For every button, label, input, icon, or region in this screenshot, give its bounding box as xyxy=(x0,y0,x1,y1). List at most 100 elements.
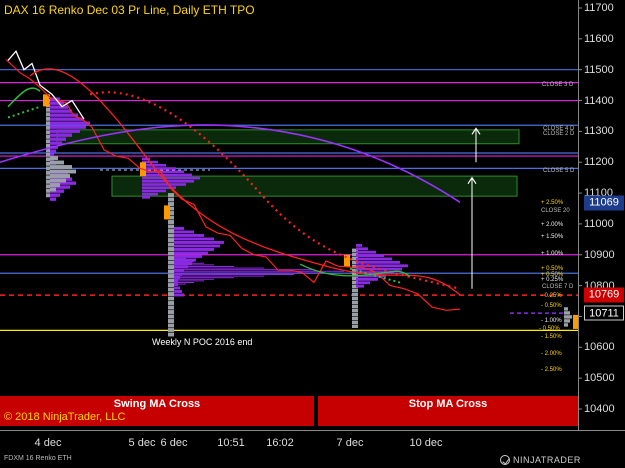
tpo-bar xyxy=(50,174,70,178)
weekly-poc-label: Weekly N POC 2016 end xyxy=(152,337,253,347)
stop-ma-cross-label: Stop MA Cross xyxy=(408,398,488,410)
close-label: CLOSE 3 D xyxy=(542,82,574,88)
tpo-bar xyxy=(46,121,50,126)
instrument-footer: FDXM 16 Renko ETH xyxy=(4,455,72,462)
percent-label: + 2.00% xyxy=(541,222,564,228)
stop-ma-cross-panel: Stop MA Cross xyxy=(318,396,578,426)
tpo-bar xyxy=(46,130,50,135)
tpo-bar xyxy=(50,193,60,197)
brand-name: NINJATRADER xyxy=(513,455,581,465)
tpo-bar xyxy=(168,296,174,301)
price-tick-label: 11400 xyxy=(584,94,614,107)
tpo-bar xyxy=(168,202,174,206)
tpo-bar xyxy=(142,176,200,180)
time-tick-label: 10:51 xyxy=(217,437,245,449)
tpo-bar xyxy=(174,265,234,267)
tpo-bar xyxy=(168,292,174,296)
tpo-bar xyxy=(564,307,568,311)
tpo-bar xyxy=(46,184,50,189)
tpo-bar xyxy=(174,244,220,248)
percent-label: + 1.00% xyxy=(541,251,564,257)
tpo-bar xyxy=(174,281,194,283)
tpo-bar xyxy=(50,137,66,141)
tpo-bar xyxy=(174,280,204,282)
tpo-bar xyxy=(174,290,182,293)
tpo-bar xyxy=(168,233,174,238)
tpo-bar xyxy=(174,261,194,263)
tpo-bar xyxy=(352,324,358,328)
tpo-bar xyxy=(352,296,358,300)
tpo-bar xyxy=(168,305,174,310)
price-tick-label: 11500 xyxy=(584,63,614,76)
price-tick-label: 11600 xyxy=(584,32,614,45)
percent-label: - 0.25% xyxy=(541,293,562,299)
tpo-bar xyxy=(50,183,60,187)
percent-label: - 0.50% xyxy=(539,326,560,332)
tpo-bar xyxy=(174,234,204,237)
tpo-bar xyxy=(168,265,174,269)
tpo-bar xyxy=(168,323,174,328)
time-tick-label: 4 dec xyxy=(34,437,62,449)
copyright-text: © 2018 NinjaTrader, LLC xyxy=(4,411,126,423)
tpo-bar xyxy=(564,319,570,323)
tpo-bar xyxy=(174,251,208,255)
green-ma-dotted-line xyxy=(7,105,41,119)
tpo-bar xyxy=(564,311,570,315)
tpo-bar xyxy=(50,125,86,129)
tpo-bar xyxy=(352,320,358,324)
tpo-bar xyxy=(356,284,364,288)
tpo-bar xyxy=(168,319,174,323)
tpo-bar xyxy=(50,160,64,165)
tpo-bar xyxy=(174,254,178,256)
time-axis[interactable] xyxy=(0,430,625,454)
tpo-bar xyxy=(50,129,80,133)
percent-label: - 0.50% xyxy=(541,303,562,309)
tpo-bar xyxy=(174,277,234,279)
time-tick-label: 7 dec xyxy=(336,437,364,449)
tpo-bar xyxy=(46,112,50,117)
tpo-bar xyxy=(50,156,58,160)
tpo-bar xyxy=(168,247,174,251)
percent-label: - 1.00% xyxy=(541,318,562,324)
tpo-bar xyxy=(174,269,314,271)
tpo-bar xyxy=(168,287,174,292)
percent-label: + 0.50% xyxy=(541,272,564,278)
tpo-bar xyxy=(174,256,182,258)
tpo-bar xyxy=(174,267,264,269)
tpo-bar xyxy=(168,332,174,337)
tpo-bar xyxy=(356,254,384,257)
tpo-bar xyxy=(168,278,174,283)
tpo-bar xyxy=(174,264,214,266)
price-tag: 11069 xyxy=(584,195,624,211)
tpo-bar xyxy=(174,275,264,277)
tpo-bar xyxy=(168,224,174,229)
price-tag: 10711 xyxy=(584,305,624,321)
price-tick-label: 10900 xyxy=(584,248,615,261)
tpo-bar xyxy=(168,251,174,256)
tpo-bar xyxy=(174,248,214,251)
tpo-bar xyxy=(168,274,174,278)
tpo-bar xyxy=(564,315,572,319)
price-tick-label: 11700 xyxy=(584,2,614,14)
tpo-bar xyxy=(174,230,194,234)
tpo-bar xyxy=(174,273,294,275)
tpo-bar xyxy=(168,193,174,197)
price-tag: 10769 xyxy=(584,287,624,303)
tpo-bar xyxy=(356,257,392,261)
tpo-bar xyxy=(46,107,50,112)
tpo-bar xyxy=(356,281,370,285)
tpo-bar xyxy=(46,152,50,157)
percent-label: - 2.50% xyxy=(541,367,562,373)
tpo-bar xyxy=(356,264,408,268)
marker-block xyxy=(164,205,170,220)
price-tick-label: 10400 xyxy=(584,403,615,415)
time-tick-label: 5 dec xyxy=(128,437,156,449)
tpo-bar xyxy=(168,260,174,265)
tpo-bar xyxy=(168,238,174,242)
tpo-bar xyxy=(46,134,50,139)
tpo-bar xyxy=(356,250,376,254)
close-label: CLOSE 20 xyxy=(541,208,570,214)
tpo-bar xyxy=(142,167,176,170)
tpo-bar xyxy=(174,237,214,241)
tpo-bar xyxy=(50,169,76,174)
